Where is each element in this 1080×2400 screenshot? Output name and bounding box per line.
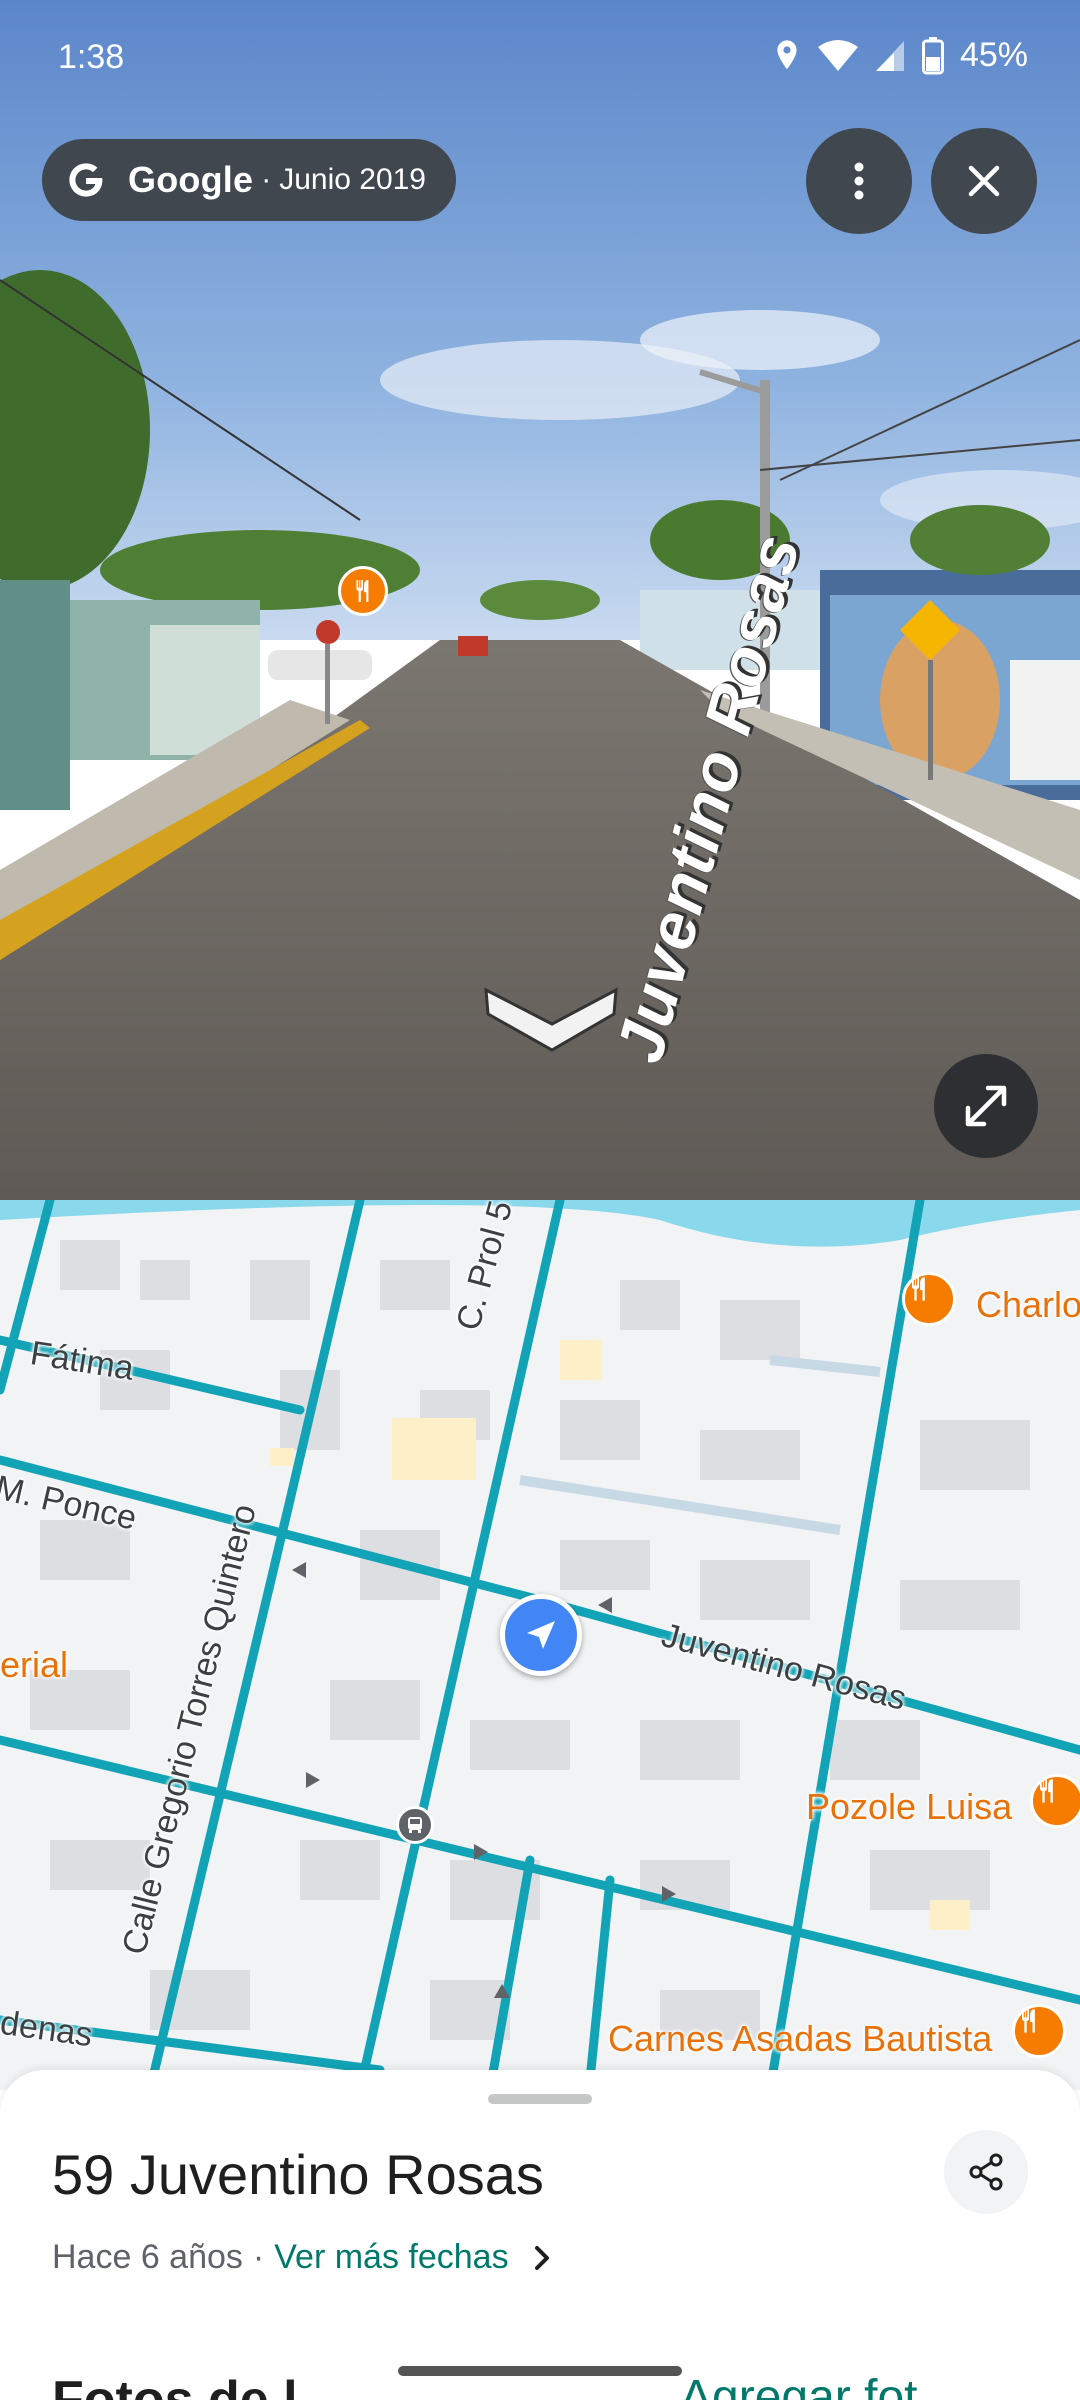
expand-icon xyxy=(965,1085,1007,1127)
poi-pin-charlo[interactable] xyxy=(902,1272,956,1326)
place-title: 59 Juventino Rosas xyxy=(52,2143,544,2206)
bus-stop-marker[interactable] xyxy=(396,1806,434,1844)
poi-label-pozole[interactable]: Pozole Luisa xyxy=(806,1786,1012,1828)
poi-label-charlo[interactable]: Charlo xyxy=(976,1284,1080,1326)
current-view-marker[interactable] xyxy=(500,1594,582,1676)
status-bar: 1:38 45% xyxy=(0,0,1080,118)
restaurant-icon xyxy=(1022,2009,1035,2033)
sheet-drag-handle[interactable] xyxy=(488,2094,592,2104)
restaurant-icon xyxy=(1040,1779,1053,1803)
google-g-icon xyxy=(69,163,103,197)
status-time: 1:38 xyxy=(58,38,125,76)
add-photo-link[interactable]: Agregar fot xyxy=(680,2370,917,2400)
more-options-button[interactable] xyxy=(806,128,912,234)
place-bottom-sheet[interactable]: 59 Juventino Rosas Hace 6 años · Ver más… xyxy=(0,2070,1080,2400)
poi-pin-pozole[interactable] xyxy=(1030,1774,1080,1828)
capture-date: Junio 2019 xyxy=(279,163,426,196)
share-icon xyxy=(969,2153,1003,2191)
chip-separator: · xyxy=(261,163,272,196)
battery-percent: 45% xyxy=(959,36,1028,74)
battery-icon xyxy=(921,36,944,74)
street-view-restaurant-pin[interactable] xyxy=(338,566,388,616)
age-separator: · xyxy=(252,2238,265,2276)
close-icon xyxy=(968,165,1000,197)
poi-pin-carnes[interactable] xyxy=(1012,2004,1066,2058)
restaurant-icon xyxy=(912,1277,925,1301)
street-view-panorama[interactable]: 1:38 45% Google · Junio 2019 Juventino R… xyxy=(0,0,1080,1200)
photos-section-title: Fotos de l xyxy=(52,2371,298,2400)
wifi-icon xyxy=(817,39,858,71)
restaurant-icon xyxy=(356,580,369,602)
capture-age-row: Hace 6 años · Ver más fechas xyxy=(52,2238,551,2277)
share-button[interactable] xyxy=(944,2130,1028,2214)
capture-age: Hace 6 años xyxy=(52,2238,243,2276)
poi-label-carnes[interactable]: Carnes Asadas Bautista xyxy=(608,2018,992,2060)
status-icons: 45% xyxy=(772,36,1028,75)
more-dates-link[interactable]: Ver más fechas xyxy=(274,2238,508,2277)
expand-button[interactable] xyxy=(934,1054,1038,1158)
more-vert-icon xyxy=(854,162,864,200)
bus-icon xyxy=(408,1817,422,1833)
signal-icon xyxy=(875,40,904,71)
close-button[interactable] xyxy=(931,128,1037,234)
gesture-navigation-bar[interactable] xyxy=(398,2366,682,2376)
provider-name: Google xyxy=(128,159,254,200)
chevron-right-icon[interactable] xyxy=(533,2244,551,2272)
imagery-info-chip[interactable]: Google · Junio 2019 xyxy=(42,139,456,221)
location-icon xyxy=(777,39,797,69)
navigation-arrow-icon xyxy=(527,1621,555,1649)
poi-label-erial: erial xyxy=(0,1644,69,1685)
